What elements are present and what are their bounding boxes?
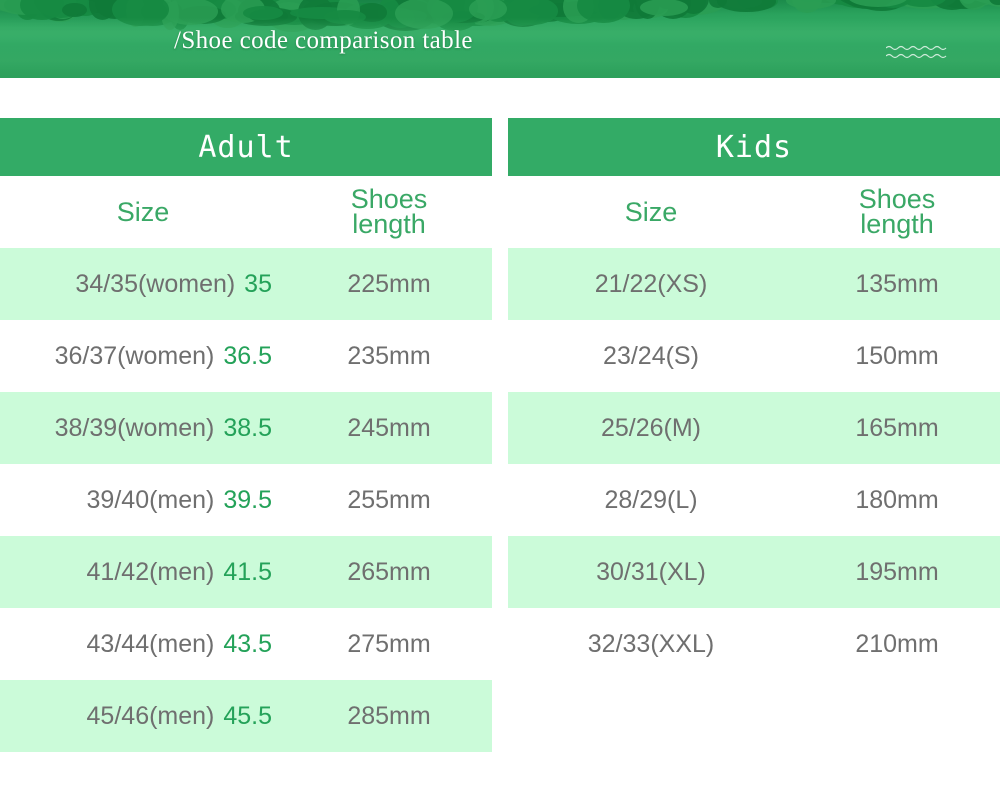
adult-size-table: Adult Size Shoes length 34/35(women) 35 2… <box>0 118 492 752</box>
kids-size-cell: 21/22(XS) <box>594 269 708 298</box>
kids-length-cell: 210mm <box>855 629 939 658</box>
table-row: 30/31(XL) 195mm <box>508 536 1000 608</box>
kids-size-cell: 25/26(M) <box>600 413 702 442</box>
adult-table-body: 34/35(women) 35 225mm 36/37(women) 36.5 235… <box>0 248 492 752</box>
adult-size-alt-value: 43.5 <box>216 629 272 658</box>
adult-length-cell: 285mm <box>347 701 431 730</box>
table-row: 43/44(men) 43.5 275mm <box>0 608 492 680</box>
adult-size-cell: 41/42(men) 41.5 <box>86 557 272 586</box>
wave-lines-icon <box>886 45 947 59</box>
adult-length-cell: 235mm <box>347 341 431 370</box>
adult-size-alt-value: 41.5 <box>216 557 272 586</box>
kids-length-cell: 180mm <box>855 485 939 514</box>
banner-haze-2 <box>0 46 1000 72</box>
page-title: /Shoe code comparison table <box>174 27 473 54</box>
adult-header-shoes-length: Shoes length <box>286 185 492 239</box>
adult-table-title: Adult <box>0 118 492 176</box>
table-row: 36/37(women) 36.5 235mm <box>0 320 492 392</box>
adult-size-alt-value: 36.5 <box>216 341 272 370</box>
adult-size-cell: 34/35(women) 35 <box>75 269 272 298</box>
adult-header-shoes-line2: length <box>352 209 426 239</box>
page-banner: /Shoe code comparison table <box>0 0 1000 78</box>
adult-size-cell: 43/44(men) 43.5 <box>86 629 272 658</box>
kids-column-headers: Size Shoes length <box>508 176 1000 248</box>
foliage-blob <box>717 0 776 13</box>
table-row: 45/46(men) 45.5 285mm <box>0 680 492 752</box>
adult-length-cell: 225mm <box>347 269 431 298</box>
foliage-blob <box>791 0 823 14</box>
adult-header-size: Size <box>116 196 170 227</box>
table-row: 21/22(XS) 135mm <box>508 248 1000 320</box>
kids-length-cell: 165mm <box>855 413 939 442</box>
banner-haze-1 <box>0 18 1000 44</box>
table-row: 25/26(M) 165mm <box>508 392 1000 464</box>
kids-size-cell: 28/29(L) <box>604 485 698 514</box>
foliage-blob <box>639 0 688 16</box>
kids-size-cell: 32/33(XXL) <box>587 629 715 658</box>
table-row: 28/29(L) 180mm <box>508 464 1000 536</box>
adult-size-alt-value: 35 <box>237 269 272 298</box>
adult-column-headers: Size Shoes length <box>0 176 492 248</box>
foliage-blob <box>468 0 507 20</box>
adult-length-cell: 265mm <box>347 557 431 586</box>
table-row: 34/35(women) 35 225mm <box>0 248 492 320</box>
kids-length-cell: 150mm <box>855 341 939 370</box>
adult-size-alt-value: 38.5 <box>216 413 272 442</box>
table-row: 32/33(XXL) 210mm <box>508 608 1000 680</box>
kids-size-table: Kids Size Shoes length 21/22(XS) 135mm 23/… <box>508 118 1000 752</box>
kids-size-cell: 23/24(S) <box>603 341 699 370</box>
adult-length-cell: 255mm <box>347 485 431 514</box>
kids-table-title: Kids <box>508 118 1000 176</box>
shoe-size-chart-page: /Shoe code comparison table Adult Size S… <box>0 0 1000 794</box>
adult-size-alt-value: 45.5 <box>216 701 272 730</box>
adult-size-alt-value: 39.5 <box>216 485 272 514</box>
kids-length-cell: 135mm <box>855 269 939 298</box>
adult-size-cell: 39/40(men) 39.5 <box>86 485 272 514</box>
adult-length-cell: 245mm <box>347 413 431 442</box>
kids-size-cell: 30/31(XL) <box>596 557 706 586</box>
table-row: 23/24(S) 150mm <box>508 320 1000 392</box>
adult-size-cell: 36/37(women) 36.5 <box>54 341 272 370</box>
adult-length-cell: 275mm <box>347 629 431 658</box>
kids-header-shoes-line2: length <box>860 209 934 239</box>
table-row: 38/39(women) 38.5 245mm <box>0 392 492 464</box>
table-row: 39/40(men) 39.5 255mm <box>0 464 492 536</box>
kids-header-shoes-length: Shoes length <box>794 185 1000 239</box>
kids-table-body: 21/22(XS) 135mm 23/24(S) 150mm 25/26(M) 165mm… <box>508 248 1000 680</box>
kids-header-size: Size <box>624 196 678 227</box>
table-row: 41/42(men) 41.5 265mm <box>0 536 492 608</box>
adult-size-cell: 45/46(men) 45.5 <box>86 701 272 730</box>
adult-size-cell: 38/39(women) 38.5 <box>54 413 272 442</box>
size-tables: Adult Size Shoes length 34/35(women) 35 2… <box>0 118 1000 752</box>
kids-length-cell: 195mm <box>855 557 939 586</box>
